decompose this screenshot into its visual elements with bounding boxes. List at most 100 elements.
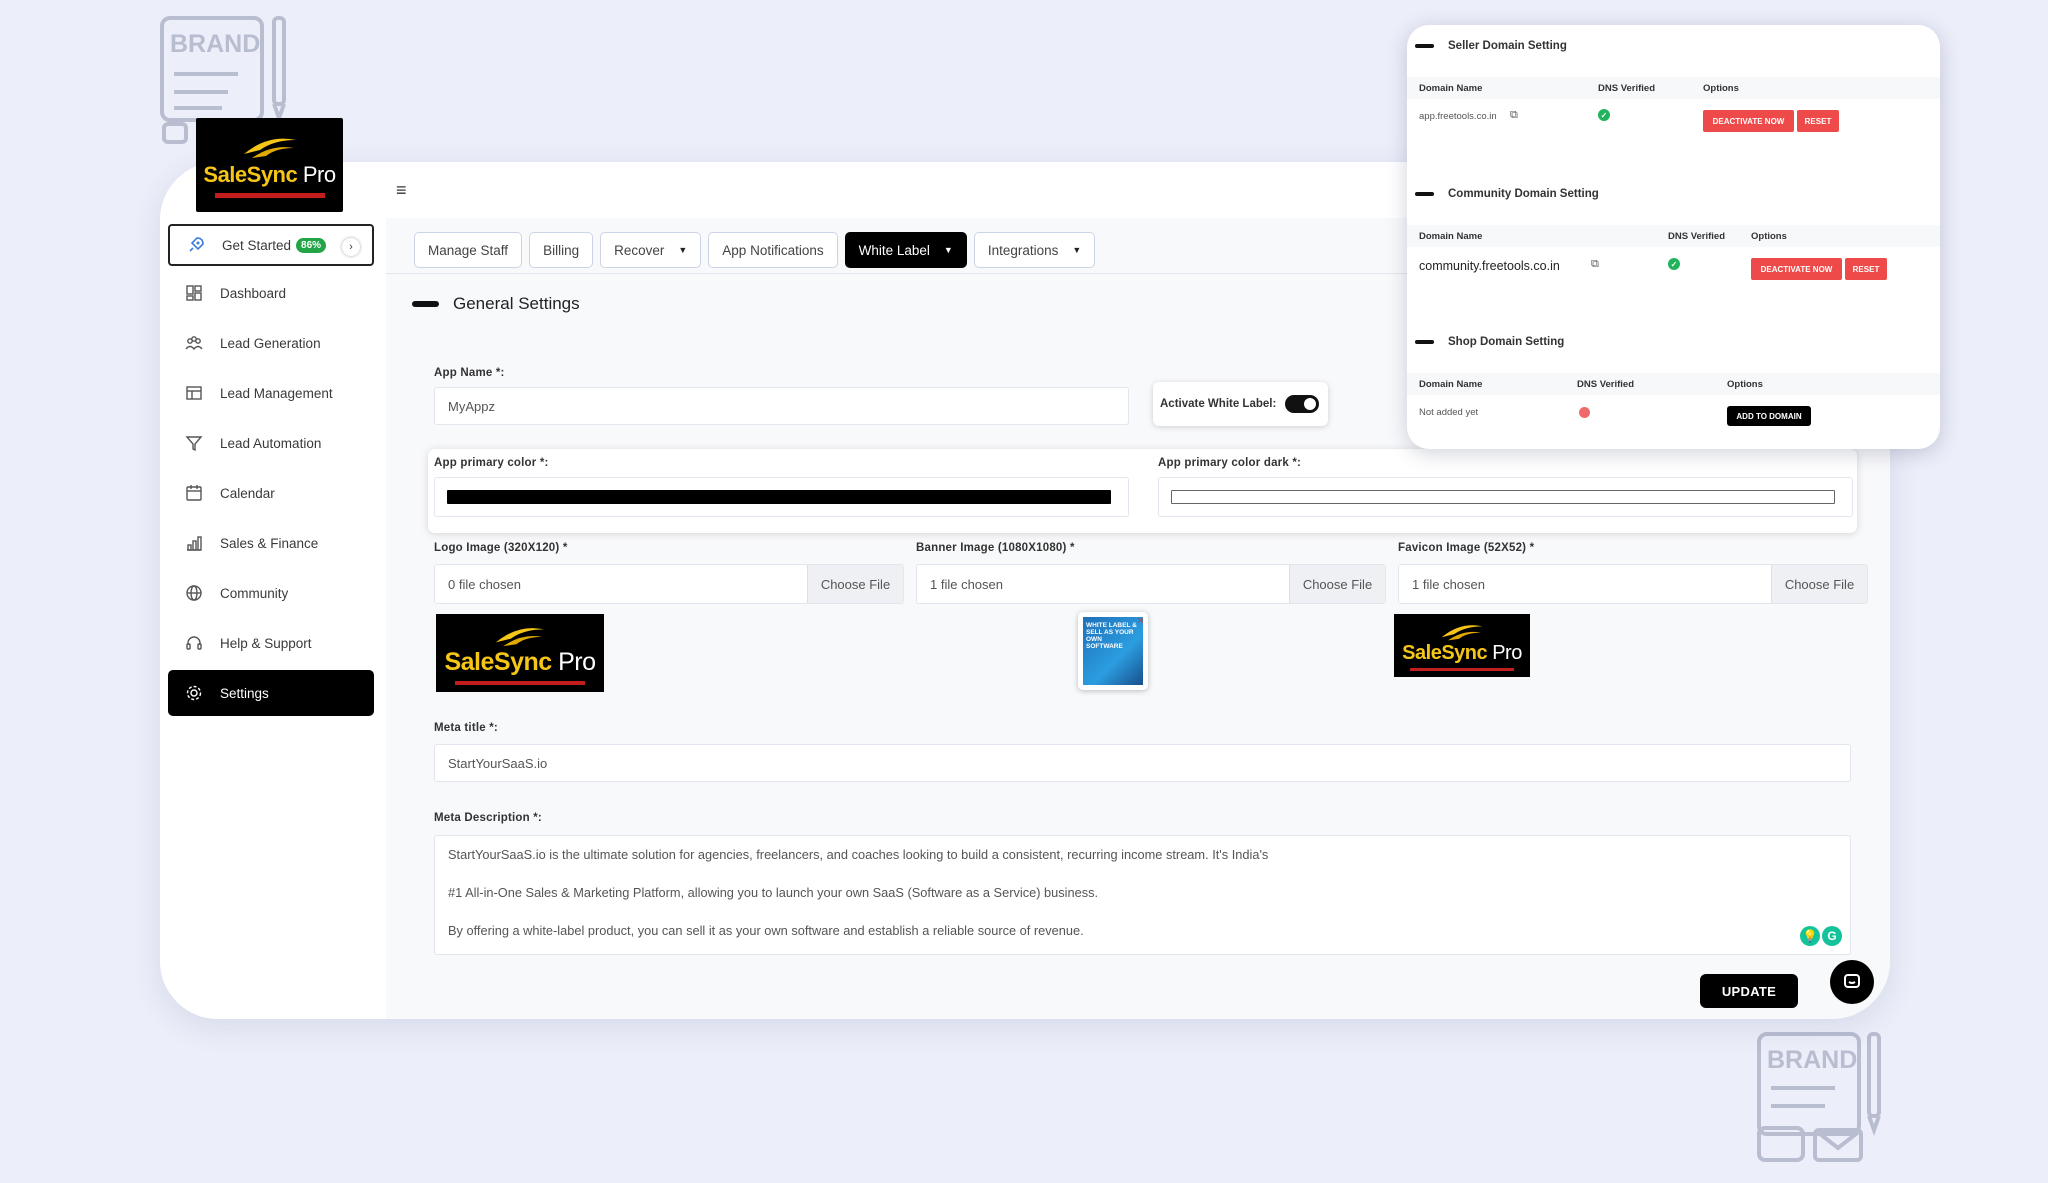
banner-preview: WHITE LABEL & SELL AS YOUR OWN SOFTWARE …	[1078, 612, 1148, 690]
primary-color-label: App primary color *:	[434, 457, 549, 469]
error-icon	[1579, 407, 1590, 418]
table-row: app.freetools.co.in ⧉ ✓ DEACTIVATE NOW R…	[1407, 105, 1940, 141]
seller-domain-name: app.freetools.co.in	[1419, 111, 1497, 122]
meta-title-input[interactable]: StartYourSaaS.io	[434, 744, 1851, 782]
app-logo: SaleSync Pro	[196, 118, 343, 212]
external-link-icon[interactable]: ⧉	[1510, 109, 1518, 122]
seller-domain-header: Domain Name DNS Verified Options	[1407, 77, 1940, 99]
globe-icon	[184, 583, 204, 603]
sidebar-item-label: Help & Support	[220, 635, 312, 651]
funnel-icon	[184, 433, 204, 453]
community-domain-header: Domain Name DNS Verified Options	[1407, 225, 1940, 247]
sidebar-item-label: Settings	[220, 685, 269, 701]
logo-choose-file-button[interactable]: Choose File	[807, 565, 903, 603]
get-started-button[interactable]: Get Started 86% ›	[168, 224, 374, 266]
domain-settings-panel: Seller Domain Setting Domain Name DNS Ve…	[1407, 25, 1940, 449]
shop-domain-header: Domain Name DNS Verified Options	[1407, 373, 1940, 395]
community-domain-title: Community Domain Setting	[1415, 188, 1599, 200]
menu-icon[interactable]: ≡	[396, 181, 410, 199]
sidebar-item-calendar[interactable]: Calendar	[168, 472, 374, 514]
tab-white-label[interactable]: White Label ▼	[844, 232, 967, 268]
users-icon	[184, 333, 204, 353]
app-name-input[interactable]: MyAppz	[434, 387, 1129, 425]
meta-description-textarea[interactable]: StartYourSaaS.io is the ultimate solutio…	[434, 835, 1851, 955]
sidebar-item-label: Lead Generation	[220, 335, 321, 351]
meta-description-line: #1 All-in-One Sales & Marketing Platform…	[448, 885, 1099, 900]
logo-wing-icon	[243, 138, 296, 158]
sidebar-item-label: Sales & Finance	[220, 535, 319, 551]
external-link-icon[interactable]: ⧉	[1591, 258, 1599, 271]
tab-recover[interactable]: Recover ▼	[600, 232, 702, 268]
favicon-file-input[interactable]: 1 file chosen Choose File	[1398, 564, 1868, 604]
logo-wing-icon	[495, 627, 545, 646]
title-accent-bar	[412, 301, 439, 307]
get-started-label: Get Started	[222, 237, 292, 253]
banner-image-label: Banner Image (1080X1080) *	[916, 542, 1075, 554]
tab-integrations[interactable]: Integrations ▼	[973, 232, 1096, 268]
dashboard-icon	[184, 283, 204, 303]
primary-color-dark-swatch	[1171, 490, 1835, 504]
logo-file-input[interactable]: 0 file chosen Choose File	[434, 564, 904, 604]
sidebar-item-sales-finance[interactable]: Sales & Finance	[168, 522, 374, 564]
tab-manage-staff[interactable]: Manage Staff	[414, 232, 523, 268]
logo-tagline-bar	[1410, 668, 1514, 671]
sidebar-item-label: Lead Automation	[220, 435, 322, 451]
calendar-icon	[184, 483, 204, 503]
tab-app-notifications[interactable]: App Notifications	[708, 232, 838, 268]
banner-choose-file-button[interactable]: Choose File	[1289, 565, 1385, 603]
logo-tagline-bar	[214, 193, 325, 198]
meta-description-line: By offering a white-label product, you c…	[448, 923, 1084, 938]
meta-description-line: StartYourSaaS.io is the ultimate solutio…	[448, 847, 1269, 862]
chart-icon	[184, 533, 204, 553]
sidebar-item-label: Dashboard	[220, 285, 287, 301]
sidebar-item-dashboard[interactable]: Dashboard	[168, 272, 374, 314]
sidebar-item-settings[interactable]: Settings	[168, 670, 374, 716]
primary-color-swatch	[447, 490, 1111, 504]
update-button[interactable]: UPDATE	[1700, 974, 1798, 1008]
shop-domain-title: Shop Domain Setting	[1415, 336, 1564, 348]
tab-billing[interactable]: Billing	[529, 232, 594, 268]
page-title: General Settings	[412, 294, 580, 314]
favicon-file-status: 1 file chosen	[1412, 576, 1485, 592]
sidebar-item-lead-automation[interactable]: Lead Automation	[168, 422, 374, 464]
close-icon[interactable]: ×	[1138, 615, 1144, 627]
app-name-label: App Name *:	[434, 367, 505, 379]
seller-deactivate-button[interactable]: DEACTIVATE NOW	[1703, 110, 1794, 132]
grammarly-icon[interactable]: G	[1822, 926, 1842, 946]
sidebar-item-label: Community	[220, 585, 289, 601]
caret-down-icon: ▼	[943, 245, 953, 255]
logo-image-label: Logo Image (320X120) *	[434, 542, 568, 554]
community-reset-button[interactable]: RESET	[1845, 258, 1887, 280]
favicon-preview-image: SaleSync Pro	[1394, 614, 1530, 677]
rocket-icon	[186, 235, 206, 255]
sidebar-item-label: Calendar	[220, 485, 275, 501]
white-label-toggle[interactable]	[1285, 395, 1320, 413]
favicon-choose-file-button[interactable]: Choose File	[1771, 565, 1867, 603]
sidebar-item-community[interactable]: Community	[168, 572, 374, 614]
community-deactivate-button[interactable]: DEACTIVATE NOW	[1751, 258, 1842, 280]
sidebar-item-lead-management[interactable]: Lead Management	[168, 372, 374, 414]
sidebar-item-help-support[interactable]: Help & Support	[168, 622, 374, 664]
chat-icon[interactable]	[1830, 960, 1874, 1004]
chevron-right-icon[interactable]: ›	[342, 238, 360, 256]
table-row: community.freetools.co.in ⧉ ✓ DEACTIVATE…	[1407, 253, 1940, 289]
lightbulb-icon[interactable]: 💡	[1800, 926, 1820, 946]
caret-down-icon: ▼	[1072, 245, 1082, 255]
shop-domain-name: Not added yet	[1419, 407, 1479, 418]
banner-file-input[interactable]: 1 file chosen Choose File	[916, 564, 1386, 604]
seller-domain-title: Seller Domain Setting	[1415, 40, 1567, 52]
primary-color-input[interactable]	[434, 477, 1129, 517]
logo-file-status: 0 file chosen	[448, 576, 521, 592]
logo-text: SaleSync Pro	[203, 162, 336, 187]
add-to-domain-button[interactable]: ADD TO DOMAIN	[1727, 406, 1811, 426]
color-settings-panel: App primary color *: App primary color d…	[428, 449, 1857, 533]
banner-file-status: 1 file chosen	[930, 576, 1003, 592]
community-domain-name: community.freetools.co.in	[1419, 259, 1560, 273]
brand-doodle-text: BRAND	[1767, 1046, 1857, 1074]
seller-reset-button[interactable]: RESET	[1797, 110, 1839, 132]
check-circle-icon: ✓	[1668, 258, 1680, 270]
sidebar-item-lead-generation[interactable]: Lead Generation	[168, 322, 374, 364]
progress-badge: 86%	[296, 237, 327, 253]
grammar-assistant[interactable]: 💡 G	[1800, 926, 1842, 946]
primary-color-dark-input[interactable]	[1158, 477, 1853, 517]
